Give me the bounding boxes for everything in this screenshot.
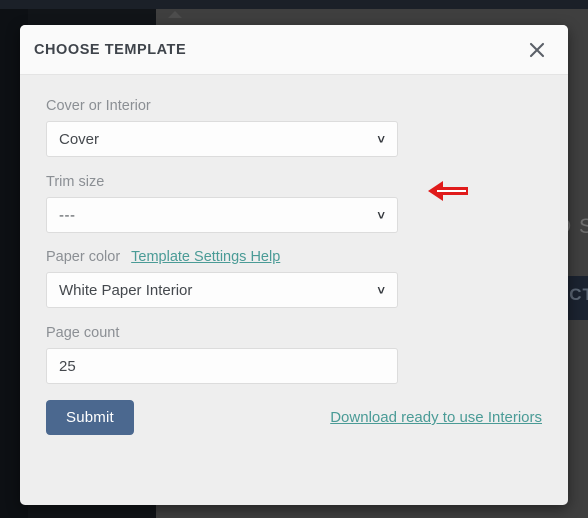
chevron-down-icon: ˅: [377, 131, 385, 147]
field-page-count: Page count 25: [46, 324, 542, 384]
field-label-trim-size: Trim size: [46, 174, 105, 190]
trim-size-value: ---: [59, 206, 76, 224]
page-count-value: 25: [59, 357, 76, 375]
choose-template-modal: CHOOSE TEMPLATE Cover or Interior Cover …: [20, 25, 568, 505]
close-icon[interactable]: [522, 35, 552, 65]
backdrop-caret-icon: [168, 11, 182, 18]
field-paper-color: Paper color Template Settings Help White…: [46, 249, 542, 308]
page-count-input[interactable]: 25: [46, 348, 398, 384]
field-trim-size: Trim size --- ˅: [46, 173, 542, 233]
field-label-page-count: Page count: [46, 325, 120, 341]
field-cover-or-interior: Cover or Interior Cover ˅: [46, 97, 542, 157]
submit-button[interactable]: Submit: [46, 400, 134, 435]
paper-color-label-row: Paper color Template Settings Help: [46, 249, 542, 265]
modal-body: Cover or Interior Cover ˅ Trim size --- …: [20, 75, 568, 505]
red-left-arrow-icon: [426, 177, 472, 205]
backdrop-top-bar: [0, 0, 588, 9]
page-title: CHOOSE TEMPLATE: [34, 41, 187, 58]
chevron-down-icon: ˅: [377, 207, 385, 223]
download-interiors-link[interactable]: Download ready to use Interiors: [330, 409, 542, 426]
modal-footer: Submit Download ready to use Interiors: [46, 400, 542, 435]
field-label-cover-or-interior: Cover or Interior: [46, 98, 151, 114]
paper-color-value: White Paper Interior: [59, 281, 193, 299]
template-settings-help-link[interactable]: Template Settings Help: [131, 249, 280, 265]
field-label-paper-color: Paper color: [46, 249, 121, 265]
cover-or-interior-value: Cover: [59, 130, 100, 148]
cover-or-interior-select[interactable]: Cover ˅: [46, 121, 398, 157]
modal-header: CHOOSE TEMPLATE: [20, 25, 568, 75]
chevron-down-icon: ˅: [377, 282, 385, 298]
trim-size-select[interactable]: --- ˅: [46, 197, 398, 233]
paper-color-select[interactable]: White Paper Interior ˅: [46, 272, 398, 308]
